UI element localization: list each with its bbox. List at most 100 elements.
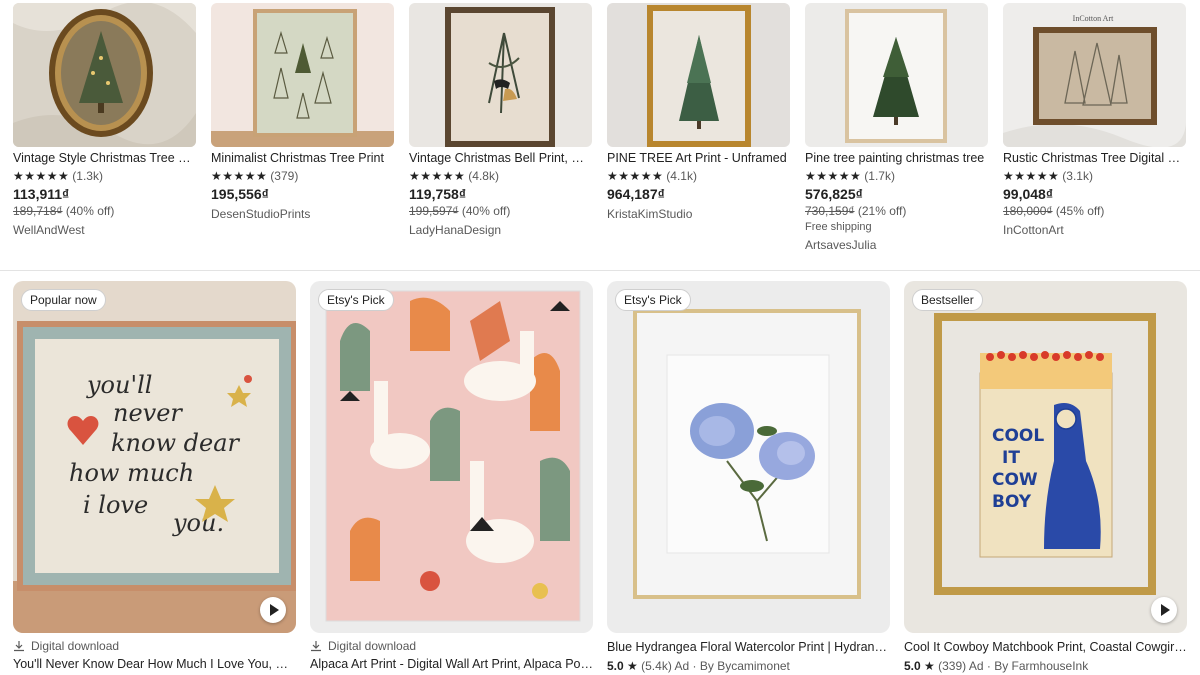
featured-listing-card[interactable]: Etsy's Pick Digital download Alpaca Art … [310,281,593,672]
listing-price: 113,911₫ [13,186,70,202]
artwork-line-it: IT [1002,448,1020,468]
shop-name[interactable]: By Bycamimonet [700,659,790,673]
download-icon [14,641,24,652]
original-price: 730,159₫ [805,204,855,218]
bestseller-badge: Bestseller [912,289,983,311]
star-rating-icons: ★★★★★ [409,169,466,183]
alpaca-art-print-image [310,281,593,633]
featured-listing-card[interactable]: you'll never know dear how much i love y… [13,281,296,672]
shop-name[interactable]: By FarmhouseInk [994,659,1088,673]
digital-download-label: Digital download [310,638,593,654]
review-count: (4.1k) [666,169,697,183]
play-icon[interactable] [260,597,286,623]
artwork-line-5: i love [83,491,148,519]
download-icon [311,641,321,652]
shop-name[interactable]: KristaKimStudio [607,207,790,222]
listing-image[interactable] [211,3,394,147]
review-count: (339) [938,659,967,673]
love-quote-print-image: you'll never know dear how much i love y… [13,281,296,633]
pine-tree-art-print-image [607,3,790,147]
frame-brand-text: InCotton Art [1073,14,1114,23]
listing-price: 119,758₫ [409,186,467,202]
listing-title[interactable]: Vintage Style Christmas Tree Print [13,150,196,166]
listing-image[interactable] [805,3,988,147]
review-count: (1.3k) [72,169,103,183]
listing-card[interactable]: PINE TREE Art Print - Unframed ★★★★★ (4.… [607,3,790,222]
artwork-line-cow: COW [992,470,1038,490]
listing-image[interactable] [409,3,592,147]
discount-percent: (40% off) [461,204,511,218]
featured-listing-card[interactable]: Etsy's Pick Blue Hydrangea Floral Waterc… [607,281,890,674]
listing-title[interactable]: You'll Never Know Dear How Much I Love Y… [13,656,296,672]
listing-price: 195,556₫ [211,186,269,202]
discount-percent: (21% off) [857,204,907,218]
vintage-tree-oval-frame-image [13,3,196,147]
recommended-listings-row: Vintage Style Christmas Tree Print ★★★★★… [13,3,1200,265]
review-count: (4.8k) [468,169,499,183]
shop-name[interactable]: DesenStudioPrints [211,207,394,222]
etsys-pick-badge: Etsy's Pick [615,289,691,311]
review-count: (379) [270,169,299,183]
listing-title[interactable]: Rustic Christmas Tree Digital Print [1003,150,1186,166]
shop-name[interactable]: InCottonArt [1003,223,1186,238]
listing-title[interactable]: Vintage Christmas Bell Print, Holiday [409,150,592,166]
listing-rating: ★★★★★ (4.8k) [409,168,592,184]
listing-card[interactable]: Vintage Style Christmas Tree Print ★★★★★… [13,3,196,238]
listing-title[interactable]: Alpaca Art Print - Digital Wall Art Prin… [310,656,593,672]
star-rating-icons: ★★★★★ [805,169,862,183]
star-rating-icons: ★★★★★ [607,169,664,183]
popular-now-badge: Popular now [21,289,106,311]
shop-name[interactable]: ArtsavesJulia [805,238,988,253]
listing-title[interactable]: Minimalist Christmas Tree Print [211,150,394,166]
shop-name[interactable]: LadyHanaDesign [409,223,592,238]
discount-line: 730,159₫ (21% off) [805,203,988,219]
listing-title[interactable]: Blue Hydrangea Floral Watercolor Print |… [607,639,890,655]
rating-value: 5.0 [904,659,921,673]
christmas-bell-print-image [409,3,592,147]
featured-listing-card[interactable]: COOL IT COW BOY Bestseller Cool It Cowbo… [904,281,1187,674]
original-price: 189,718₫ [13,204,63,218]
listing-image[interactable]: Etsy's Pick [607,281,890,633]
listing-image[interactable]: you'll never know dear how much i love y… [13,281,296,633]
play-icon[interactable] [1151,597,1177,623]
digital-download-text: Digital download [31,639,120,653]
listing-image[interactable]: Etsy's Pick [310,281,593,633]
listing-meta: 5.0 ★ (5.4k) Ad · By Bycamimonet [607,659,790,673]
listing-card[interactable]: Pine tree painting christmas tree ★★★★★ … [805,3,988,253]
listing-rating: ★★★★★ (3.1k) [1003,168,1186,184]
listing-price: 964,187₫ [607,186,665,202]
digital-download-text: Digital download [328,639,417,653]
shop-name[interactable]: WellAndWest [13,223,196,238]
review-count: (3.1k) [1062,169,1093,183]
artwork-line-boy: BOY [992,492,1032,512]
ad-label: Ad [968,659,984,673]
listing-image[interactable]: COOL IT COW BOY Bestseller [904,281,1187,633]
section-divider [0,270,1200,271]
listing-title[interactable]: PINE TREE Art Print - Unframed [607,150,790,166]
artwork-line-1: you'll [86,371,152,399]
listing-title[interactable]: Cool It Cowboy Matchbook Print, Coastal … [904,639,1187,655]
artwork-line-4: how much [69,459,194,487]
rating-value: 5.0 [607,659,624,673]
star-rating-icons: ★★★★★ [1003,169,1060,183]
ad-label: Ad [674,659,690,673]
review-count: (1.7k) [864,169,895,183]
listing-rating: ★★★★★ (379) [211,168,394,184]
listing-title[interactable]: Pine tree painting christmas tree [805,150,988,166]
listing-card[interactable]: InCotton Art Rustic Christmas Tree Digit… [1003,3,1186,238]
digital-download-label: Digital download [13,638,296,654]
blue-hydrangea-print-image [607,281,890,633]
listing-card[interactable]: Vintage Christmas Bell Print, Holiday ★★… [409,3,592,238]
listing-image[interactable]: InCotton Art [1003,3,1186,147]
listing-image[interactable] [607,3,790,147]
discount-line: 189,718₫ (40% off) [13,203,196,219]
listing-image[interactable] [13,3,196,147]
star-rating-icons: ★★★★★ [13,169,70,183]
listing-price: 576,825₫ [805,186,863,202]
listing-card[interactable]: Minimalist Christmas Tree Print ★★★★★ (3… [211,3,394,222]
rustic-christmas-tree-print-image: InCotton Art [1003,3,1186,147]
star-icon: ★ [627,659,638,673]
star-icon: ★ [924,659,935,673]
discount-line: 180,000₫ (45% off) [1003,203,1186,219]
free-shipping-label: Free shipping [805,221,872,233]
